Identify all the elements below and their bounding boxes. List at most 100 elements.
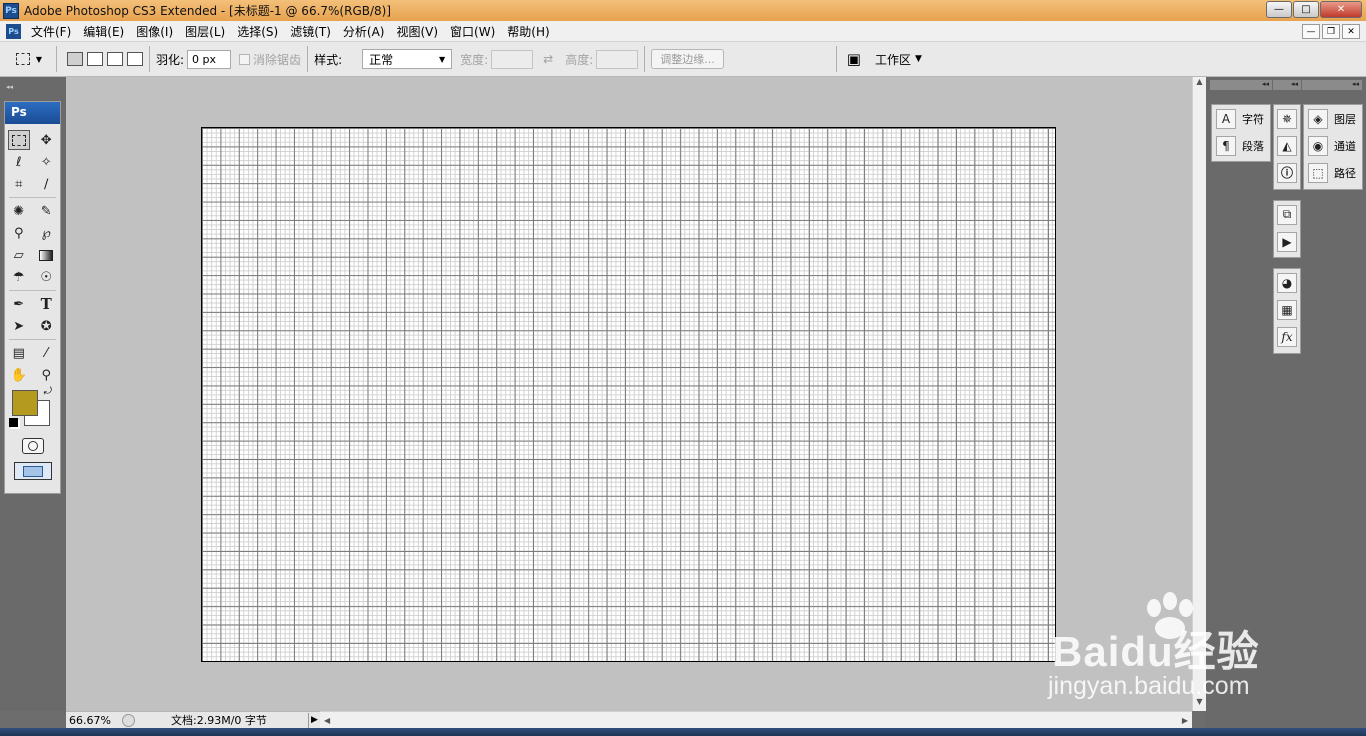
- tool-preset-picker[interactable]: ▼: [8, 48, 50, 70]
- lasso-tool-icon[interactable]: ℓ: [8, 152, 30, 172]
- collapse-arrows-icon[interactable]: ◂◂: [0, 77, 66, 91]
- chevron-down-icon: ▼: [914, 54, 922, 64]
- scroll-right-arrow-icon[interactable]: ▶: [1182, 716, 1188, 725]
- panel-dock-header-1[interactable]: ◂◂: [1210, 80, 1272, 90]
- horizontal-scrollbar[interactable]: ◀ ▶: [320, 711, 1192, 728]
- panel-paragraph[interactable]: ¶ 段落: [1212, 132, 1270, 159]
- path-selection-tool-icon[interactable]: ➤: [8, 316, 30, 336]
- panel-label: 段落: [1242, 139, 1264, 153]
- antialias-checkbox[interactable]: [239, 53, 251, 65]
- panel-dock-header-3[interactable]: ◂◂: [1302, 80, 1362, 90]
- panel-group-history: ⧉ ▶: [1273, 200, 1301, 258]
- status-menu-arrow-icon[interactable]: ▶: [308, 712, 320, 728]
- panel-character[interactable]: A 字符: [1212, 105, 1270, 132]
- bridge-icon[interactable]: ▣: [847, 50, 861, 68]
- eyedropper-tool-icon[interactable]: ⁄: [35, 343, 57, 363]
- eraser-tool-icon[interactable]: ▱: [8, 245, 30, 265]
- feather-input[interactable]: 0 px: [187, 49, 232, 69]
- histogram-icon[interactable]: ◭: [1277, 135, 1297, 156]
- doc-close-button[interactable]: ✕: [1342, 24, 1360, 39]
- swap-dimensions-icon[interactable]: ⇄: [543, 52, 553, 66]
- zoom-level[interactable]: 66.67%: [66, 714, 116, 727]
- healing-brush-tool-icon[interactable]: ✺: [8, 201, 30, 221]
- menu-file[interactable]: 文件(F): [25, 23, 77, 40]
- color-icon[interactable]: ◕: [1277, 272, 1297, 293]
- panel-dock-header-2[interactable]: ◂◂: [1273, 80, 1301, 90]
- photoshop-app-icon[interactable]: Ps: [3, 2, 19, 19]
- panel-group-type: A 字符 ¶ 段落: [1211, 104, 1271, 162]
- document-icon[interactable]: Ps: [6, 23, 21, 39]
- actions-icon[interactable]: ▶: [1277, 231, 1297, 252]
- refine-edge-button[interactable]: 调整边缘...: [651, 49, 724, 69]
- brush-tool-icon[interactable]: ✎: [35, 201, 57, 221]
- new-selection-icon[interactable]: [67, 52, 83, 66]
- custom-shape-tool-icon[interactable]: ✪: [35, 316, 57, 336]
- menu-select[interactable]: 选择(S): [231, 23, 284, 40]
- minimize-button[interactable]: —: [1266, 1, 1292, 18]
- swatches-icon[interactable]: ▦: [1277, 299, 1297, 320]
- width-label: 宽度:: [460, 52, 489, 67]
- gradient-tool-icon[interactable]: [35, 245, 57, 265]
- panel-layers[interactable]: ◈ 图层: [1304, 105, 1362, 132]
- document-canvas-grid[interactable]: [201, 127, 1056, 662]
- menu-view[interactable]: 视图(V): [390, 23, 444, 40]
- crop-tool-icon[interactable]: ⌗: [8, 174, 30, 194]
- menu-image[interactable]: 图像(I): [130, 23, 179, 40]
- panel-paths[interactable]: ⬚ 路径: [1304, 159, 1362, 186]
- vertical-scrollbar[interactable]: ▲ ▼: [1192, 77, 1206, 711]
- style-value: 正常: [369, 52, 394, 67]
- zoom-tool-icon[interactable]: ⚲: [35, 365, 57, 385]
- menu-layer[interactable]: 图层(L): [179, 23, 231, 40]
- height-input[interactable]: [596, 49, 639, 69]
- doc-restore-button[interactable]: ❐: [1322, 24, 1340, 39]
- type-tool-icon[interactable]: T: [35, 294, 57, 314]
- width-input[interactable]: [491, 49, 534, 69]
- menu-filter[interactable]: 滤镜(T): [284, 23, 337, 40]
- menu-analysis[interactable]: 分析(A): [337, 23, 391, 40]
- notes-tool-icon[interactable]: ▤: [8, 343, 30, 363]
- panel-group-navigator: ✵ ◭ ⓘ: [1273, 104, 1301, 190]
- clone-stamp-tool-icon[interactable]: ⚲: [8, 223, 30, 243]
- slice-tool-icon[interactable]: ∕: [35, 174, 57, 194]
- menu-edit[interactable]: 编辑(E): [77, 23, 130, 40]
- quick-mask-button[interactable]: [21, 438, 44, 454]
- status-info-icon[interactable]: [122, 713, 135, 727]
- pen-tool-icon[interactable]: ✒: [8, 294, 30, 314]
- styles-icon[interactable]: fx: [1277, 326, 1297, 347]
- add-selection-icon[interactable]: [87, 52, 103, 66]
- chevron-down-icon: ▼: [438, 54, 446, 64]
- menu-window[interactable]: 窗口(W): [444, 23, 501, 40]
- blur-tool-icon[interactable]: ☂: [8, 267, 30, 287]
- hand-tool-icon[interactable]: ✋: [8, 365, 30, 385]
- maximize-button[interactable]: □: [1293, 1, 1319, 18]
- canvas-area[interactable]: [66, 77, 1192, 711]
- status-bar: 66.67% 文档:2.93M/0 字节 ▶: [66, 711, 320, 728]
- history-brush-tool-icon[interactable]: ℘: [35, 223, 57, 243]
- channels-icon: ◉: [1308, 135, 1328, 156]
- info-icon[interactable]: ⓘ: [1277, 162, 1297, 183]
- magic-wand-tool-icon[interactable]: ✧: [35, 152, 57, 172]
- rect-marquee-tool-icon[interactable]: [7, 130, 30, 150]
- history-icon[interactable]: ⧉: [1277, 204, 1297, 225]
- chevron-down-icon: ▼: [35, 54, 43, 64]
- intersect-selection-icon[interactable]: [127, 52, 143, 66]
- scroll-left-arrow-icon[interactable]: ◀: [324, 716, 330, 725]
- foreground-color-swatch-top[interactable]: [12, 390, 38, 416]
- scroll-down-arrow-icon[interactable]: ▼: [1193, 697, 1206, 711]
- options-bar: ▼ 羽化: 0 px 消除锯齿 样式: 正常 ▼ 宽度: ⇄ 高度: 调整边缘.…: [0, 42, 1366, 77]
- dodge-tool-icon[interactable]: ☉: [35, 267, 57, 287]
- style-select[interactable]: 正常 ▼: [362, 49, 453, 69]
- menu-help[interactable]: 帮助(H): [501, 23, 555, 40]
- screen-mode-button[interactable]: [13, 462, 52, 480]
- navigator-icon[interactable]: ✵: [1277, 108, 1297, 129]
- close-button[interactable]: ✕: [1320, 1, 1362, 18]
- paths-icon: ⬚: [1308, 162, 1328, 183]
- panel-channels[interactable]: ◉ 通道: [1304, 132, 1362, 159]
- default-colors-icon[interactable]: [9, 418, 18, 427]
- workspace-menu[interactable]: 工作区 ▼: [875, 51, 922, 68]
- swap-colors-icon[interactable]: ⤾: [44, 386, 52, 397]
- move-tool-icon[interactable]: ✥: [35, 130, 57, 150]
- scroll-up-arrow-icon[interactable]: ▲: [1193, 77, 1206, 91]
- subtract-selection-icon[interactable]: [107, 52, 123, 66]
- doc-minimize-button[interactable]: —: [1302, 24, 1320, 39]
